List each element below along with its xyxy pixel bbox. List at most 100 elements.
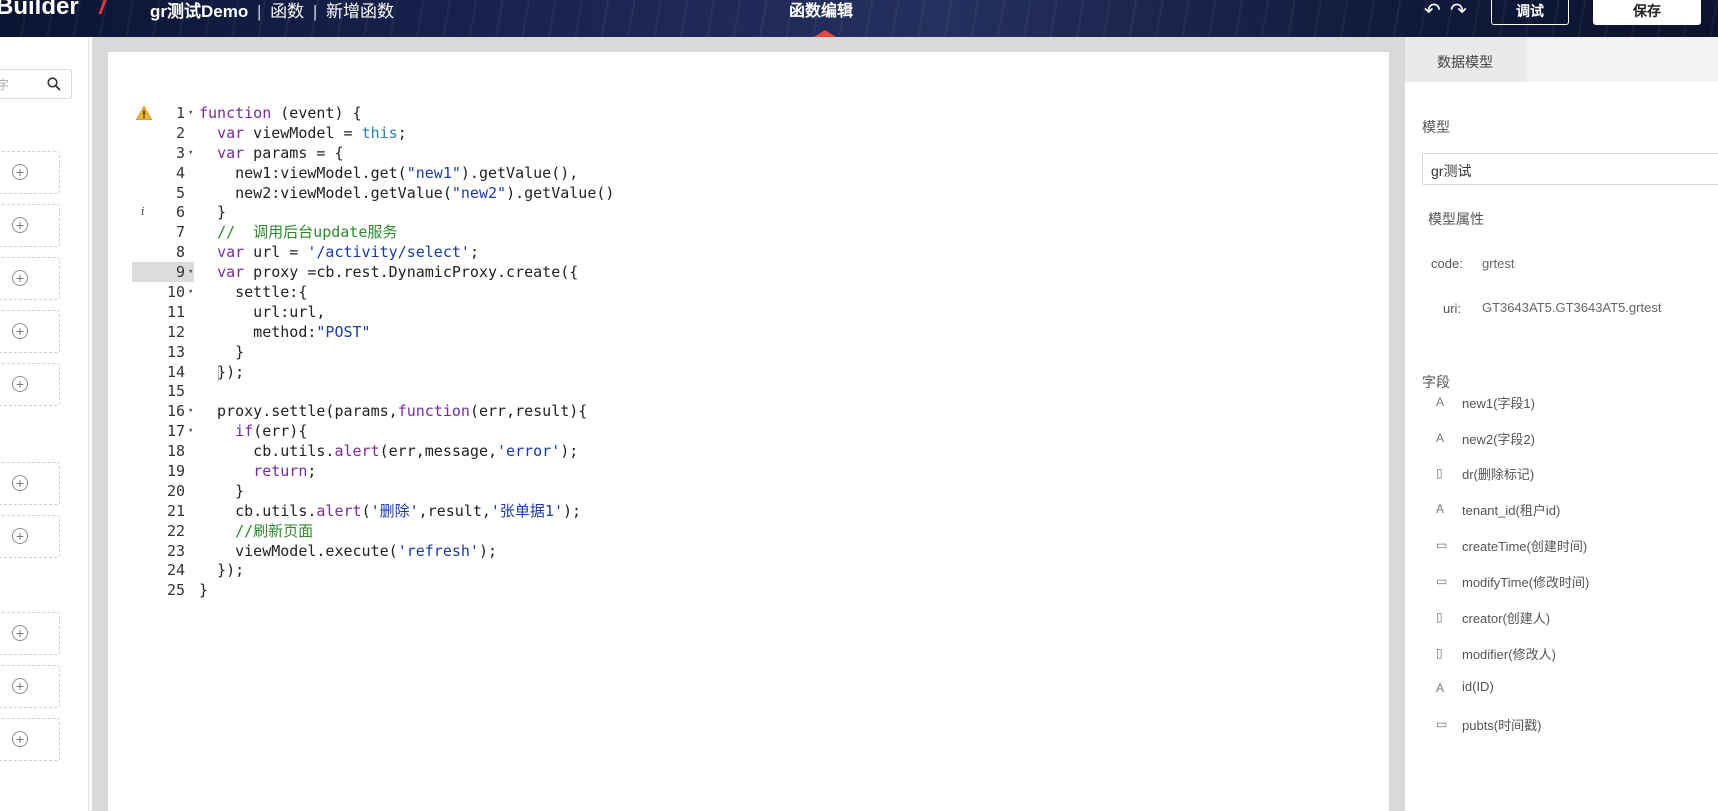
code-line[interactable]: 8 var url = '/activity/select';	[108, 242, 808, 262]
code-text[interactable]: if(err){	[199, 421, 307, 441]
search-input[interactable]: 字	[0, 69, 72, 99]
field-item[interactable]: Anew2(字段2)	[1434, 429, 1714, 449]
code-line[interactable]: 22 //刷新页面	[108, 521, 808, 541]
add-item-button[interactable]: +	[0, 515, 60, 558]
code-line[interactable]: 24 });	[108, 560, 808, 580]
code-text[interactable]: }	[199, 202, 226, 222]
save-button[interactable]: 保存	[1593, 0, 1701, 25]
code-text[interactable]: var url = '/activity/select';	[199, 242, 479, 262]
code-text[interactable]: //刷新页面	[199, 521, 313, 541]
line-number: 21	[166, 501, 185, 520]
field-label: creator(创建人)	[1462, 611, 1551, 626]
code-line[interactable]: 4 new1:viewModel.get("new1").getValue(),	[108, 163, 808, 183]
add-item-button[interactable]: +	[0, 718, 60, 761]
code-text[interactable]: }	[199, 580, 208, 600]
fold-toggle-icon[interactable]: ▾	[188, 402, 193, 420]
line-number: 10	[166, 283, 185, 302]
code-editor[interactable]: 1 ▾ function (event) {2 var viewModel = th…	[108, 52, 1389, 811]
code-text[interactable]: settle:{	[199, 282, 307, 302]
code-text[interactable]: function (event) {	[199, 103, 362, 123]
code-text[interactable]: cb.utils.alert('删除',result,'张单据1');	[199, 501, 581, 521]
code-line[interactable]: 18 cb.utils.alert(err,message,'error');	[108, 441, 808, 461]
code-text[interactable]: return;	[199, 461, 316, 481]
line-number: 16	[166, 402, 185, 421]
code-text[interactable]: url:url,	[199, 302, 325, 322]
fold-toggle-icon[interactable]: ▾	[188, 104, 193, 122]
field-item[interactable]: ▭ pubts(时间戳)	[1434, 715, 1714, 735]
code-text[interactable]: });	[199, 560, 244, 580]
code-line[interactable]: 25}	[108, 580, 808, 600]
field-label: pubts(时间戳)	[1462, 718, 1542, 733]
model-select[interactable]: gr测试	[1422, 153, 1718, 185]
add-item-button[interactable]: +	[0, 310, 60, 353]
field-item[interactable]: ▭ createTime(创建时间)	[1434, 536, 1714, 556]
model-label: 模型	[1422, 119, 1450, 135]
fold-toggle-icon[interactable]: ▾	[188, 144, 193, 162]
code-text[interactable]: var proxy =cb.rest.DynamicProxy.create({	[199, 262, 578, 282]
code-text[interactable]: method:"POST"	[199, 322, 370, 342]
code-text[interactable]: }	[199, 481, 244, 501]
field-item[interactable]: ▯ creator(创建人)	[1434, 608, 1714, 628]
undo-icon[interactable]: ↶	[1424, 0, 1441, 23]
plus-circle-icon: +	[12, 270, 28, 286]
code-line[interactable]: 14 });	[108, 362, 808, 382]
code-line[interactable]: 9 ▾ var proxy =cb.rest.DynamicProxy.creat…	[108, 262, 808, 283]
plus-circle-icon: +	[12, 731, 28, 747]
field-label: dr(删除标记)	[1462, 467, 1535, 482]
fold-toggle-icon[interactable]: ▾	[188, 422, 193, 440]
code-text[interactable]: new2:viewModel.getValue("new2").getValue…	[199, 183, 614, 203]
add-item-button[interactable]: +	[0, 151, 60, 194]
code-line[interactable]: 2 var viewModel = this;	[108, 123, 808, 143]
code-text[interactable]: var params = {	[199, 143, 343, 163]
code-text[interactable]: new1:viewModel.get("new1").getValue(),	[199, 163, 578, 183]
field-item[interactable]: ▭ modifyTime(修改时间)	[1434, 572, 1714, 592]
field-label: modifyTime(修改时间)	[1462, 575, 1590, 590]
code-text[interactable]: }	[199, 342, 244, 362]
field-item[interactable]: Atenant_id(租户id)	[1434, 500, 1714, 520]
code-text[interactable]: var viewModel = this;	[199, 123, 407, 143]
code-line[interactable]: 13 }	[108, 342, 808, 362]
code-text[interactable]: cb.utils.alert(err,message,'error');	[199, 441, 578, 461]
add-item-button[interactable]: +	[0, 204, 60, 247]
add-item-button[interactable]: +	[0, 462, 60, 505]
code-line[interactable]: 20 }	[108, 481, 808, 501]
fold-toggle-icon[interactable]: ▾	[188, 283, 193, 301]
code-line[interactable]: 21 cb.utils.alert('删除',result,'张单据1');	[108, 501, 808, 521]
add-item-button[interactable]: +	[0, 612, 60, 655]
field-item[interactable]: Anew1(字段1)	[1434, 393, 1714, 413]
code-line[interactable]: 16 ▾ proxy.settle(params,function(err,res…	[108, 401, 808, 421]
field-item[interactable]: ▯ modifier(修改人)	[1434, 644, 1714, 664]
code-text[interactable]: // 调用后台update服务	[199, 222, 397, 242]
add-item-button[interactable]: +	[0, 363, 60, 406]
search-icon[interactable]	[47, 77, 61, 96]
fold-toggle-icon[interactable]: ▾	[188, 263, 193, 281]
code-line[interactable]: 23 viewModel.execute('refresh');	[108, 541, 808, 561]
field-item[interactable]: Aid(ID)	[1434, 679, 1714, 699]
left-panel: 字 + + + + + + + + + +	[0, 37, 89, 811]
plus-circle-icon: +	[12, 625, 28, 641]
code-line[interactable]: 15	[108, 381, 808, 401]
code-text[interactable]: viewModel.execute('refresh');	[199, 541, 497, 561]
field-label: modifier(修改人)	[1462, 647, 1556, 662]
code-lines[interactable]: 1 ▾ function (event) {2 var viewModel = th…	[108, 103, 808, 600]
code-line[interactable]: 12 method:"POST"	[108, 322, 808, 342]
breadcrumb-app[interactable]: gr测试Demo	[150, 2, 248, 21]
calendar-type-icon: ▭	[1436, 574, 1448, 588]
code-line[interactable]: 11 url:url,	[108, 302, 808, 322]
code-line[interactable]: 10 ▾ settle:{	[108, 282, 808, 302]
code-line[interactable]: 7 // 调用后台update服务	[108, 222, 808, 242]
code-line[interactable]: 19 return;	[108, 461, 808, 481]
redo-icon[interactable]: ↷	[1450, 0, 1467, 23]
add-item-button[interactable]: +	[0, 257, 60, 300]
code-line[interactable]: i6 }	[108, 202, 808, 222]
breadcrumb-functions[interactable]: 函数	[270, 2, 304, 21]
add-item-button[interactable]: +	[0, 665, 60, 708]
code-line[interactable]: 1 ▾ function (event) {	[108, 103, 808, 123]
code-line[interactable]: 5 new2:viewModel.getValue("new2").getVal…	[108, 183, 808, 203]
code-line[interactable]: 3 ▾ var params = {	[108, 143, 808, 163]
code-text[interactable]: });	[199, 362, 244, 382]
field-item[interactable]: ▯ dr(删除标记)	[1434, 464, 1714, 484]
code-text[interactable]: proxy.settle(params,function(err,result)…	[199, 401, 587, 421]
code-line[interactable]: 17 ▾ if(err){	[108, 421, 808, 441]
debug-button[interactable]: 调试	[1491, 0, 1569, 25]
